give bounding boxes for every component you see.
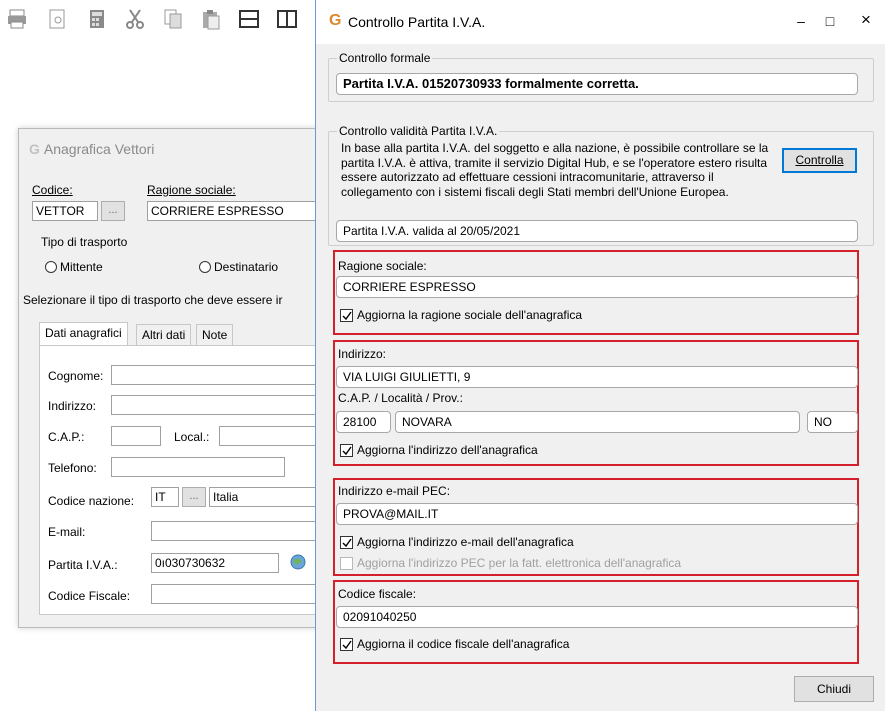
codice-label: Codice: bbox=[32, 183, 73, 197]
provincia-field[interactable]: NO bbox=[807, 411, 858, 433]
calculator-icon[interactable] bbox=[86, 8, 108, 30]
codice-lookup-button[interactable]: ... bbox=[101, 201, 125, 221]
aggiorna-pec-fattura-checkbox[interactable] bbox=[340, 557, 353, 570]
aggiorna-indirizzo-checkbox[interactable] bbox=[340, 444, 353, 457]
anagrafica-vettori-window: G Anagrafica Vettori Codice: VETTOR ... R… bbox=[18, 128, 350, 628]
pec-label: Indirizzo e-mail PEC: bbox=[338, 484, 451, 498]
cap-field[interactable]: 28100 bbox=[336, 411, 391, 433]
controllo-validita-description: In base alla partita I.V.A. del soggetto… bbox=[341, 141, 769, 199]
pec-field[interactable]: PROVA@MAIL.IT bbox=[336, 503, 858, 525]
controllo-formale-label: Controllo formale bbox=[337, 51, 433, 65]
chiudi-button[interactable]: Chiudi bbox=[794, 676, 874, 702]
controlla-button[interactable]: Controlla bbox=[782, 148, 857, 173]
aggiorna-ragione-sociale-label: Aggiorna la ragione sociale dell'anagraf… bbox=[357, 308, 583, 322]
validita-result-field: Partita I.V.A. valida al 20/05/2021 bbox=[336, 220, 858, 242]
aggiorna-email-checkbox[interactable] bbox=[340, 536, 353, 549]
paste-icon[interactable] bbox=[200, 8, 222, 30]
aggiorna-ragione-sociale-checkbox[interactable] bbox=[340, 309, 353, 322]
codice-fiscale-input[interactable] bbox=[151, 584, 331, 604]
window-title: G Anagrafica Vettori bbox=[29, 141, 154, 157]
layout-rows-icon[interactable] bbox=[238, 8, 260, 30]
cognome-label: Cognome: bbox=[48, 369, 104, 383]
cut-icon[interactable] bbox=[124, 8, 146, 30]
tab-note[interactable]: Note bbox=[196, 324, 234, 346]
indirizzo-label: Indirizzo: bbox=[48, 399, 97, 413]
indirizzo-input[interactable] bbox=[111, 395, 331, 415]
tipo-trasporto-hint: Selezionare il tipo di trasporto che dev… bbox=[23, 293, 283, 307]
aggiorna-codice-fiscale-label: Aggiorna il codice fiscale dell'anagrafi… bbox=[357, 637, 570, 651]
destinatario-label: Destinatario bbox=[214, 260, 279, 274]
indirizzo-field[interactable]: VIA LUIGI GIULIETTI, 9 bbox=[336, 366, 858, 388]
telefono-input[interactable] bbox=[111, 457, 285, 477]
ragione-sociale-field[interactable]: CORRIERE ESPRESSO bbox=[336, 276, 858, 298]
dialog-title: Controllo Partita I.V.A. bbox=[348, 14, 486, 30]
app-logo-icon: G bbox=[329, 12, 342, 29]
aggiorna-pec-fattura-label: Aggiorna l'indirizzo PEC per la fatt. el… bbox=[357, 556, 682, 570]
print-preview-icon[interactable] bbox=[46, 8, 68, 30]
telefono-label: Telefono: bbox=[48, 461, 97, 475]
layout-columns-icon[interactable] bbox=[276, 8, 298, 30]
nazione-input[interactable]: Italia bbox=[209, 487, 331, 507]
print-icon[interactable] bbox=[6, 8, 28, 30]
window-title-text: Anagrafica Vettori bbox=[43, 141, 155, 157]
ragione-sociale-input[interactable]: CORRIERE ESPRESSO bbox=[147, 201, 317, 221]
codice-input[interactable]: VETTOR bbox=[32, 201, 98, 221]
tab-altri-dati[interactable]: Altri dati bbox=[136, 324, 192, 346]
aggiorna-email-label: Aggiorna l'indirizzo e-mail dell'anagraf… bbox=[357, 535, 574, 549]
localita-label: Local.: bbox=[174, 430, 210, 444]
cognome-input[interactable] bbox=[111, 365, 331, 385]
tipo-trasporto-label: Tipo di trasporto bbox=[41, 235, 128, 249]
aggiorna-indirizzo-label: Aggiorna l'indirizzo dell'anagrafica bbox=[357, 443, 538, 457]
ragione-sociale-label: Ragione sociale: bbox=[338, 259, 427, 273]
codice-fiscale-label: Codice Fiscale: bbox=[48, 589, 131, 603]
globe-check-icon[interactable] bbox=[289, 553, 307, 571]
dialog-titlebar: G Controllo Partita I.V.A. – □ × bbox=[316, 0, 885, 44]
controllo-validita-label: Controllo validità Partita I.V.A. bbox=[337, 124, 500, 138]
ragione-sociale-label: Ragione sociale: bbox=[147, 183, 236, 197]
partita-iva-input[interactable]: 0ı030730632 bbox=[151, 553, 279, 573]
email-label: E-mail: bbox=[48, 525, 86, 539]
mittente-label: Mittente bbox=[60, 260, 103, 274]
codice-nazione-input[interactable]: IT bbox=[151, 487, 179, 507]
partita-iva-label: Partita I.V.A.: bbox=[48, 558, 118, 572]
minimize-button[interactable]: – bbox=[792, 13, 810, 29]
codice-fiscale-field[interactable]: 02091040250 bbox=[336, 606, 858, 628]
controllo-partita-iva-dialog: G Controllo Partita I.V.A. – □ × Control… bbox=[315, 0, 885, 711]
tab-dati-anagrafici[interactable]: Dati anagrafici bbox=[39, 322, 128, 346]
indirizzo-label: Indirizzo: bbox=[338, 347, 387, 361]
codice-fiscale-label: Codice fiscale: bbox=[338, 587, 417, 601]
app-logo-icon: G bbox=[29, 141, 40, 157]
mittente-radio[interactable] bbox=[45, 261, 57, 273]
cap-localita-prov-label: C.A.P. / Località / Prov.: bbox=[338, 391, 463, 405]
aggiorna-codice-fiscale-checkbox[interactable] bbox=[340, 638, 353, 651]
email-input[interactable] bbox=[151, 521, 331, 541]
nazione-lookup-button[interactable]: ... bbox=[182, 487, 206, 507]
close-button[interactable]: × bbox=[857, 10, 875, 30]
cap-input[interactable] bbox=[111, 426, 161, 446]
controlla-button-label: Controlla bbox=[795, 153, 844, 167]
copy-icon[interactable] bbox=[162, 8, 184, 30]
tab-panel bbox=[39, 345, 349, 615]
localita-field[interactable]: NOVARA bbox=[395, 411, 800, 433]
controllo-formale-message: Partita I.V.A. 01520730933 formalmente c… bbox=[336, 73, 858, 95]
destinatario-radio[interactable] bbox=[199, 261, 211, 273]
maximize-button[interactable]: □ bbox=[821, 13, 839, 29]
codice-nazione-label: Codice nazione: bbox=[48, 494, 135, 508]
cap-label: C.A.P.: bbox=[48, 430, 85, 444]
